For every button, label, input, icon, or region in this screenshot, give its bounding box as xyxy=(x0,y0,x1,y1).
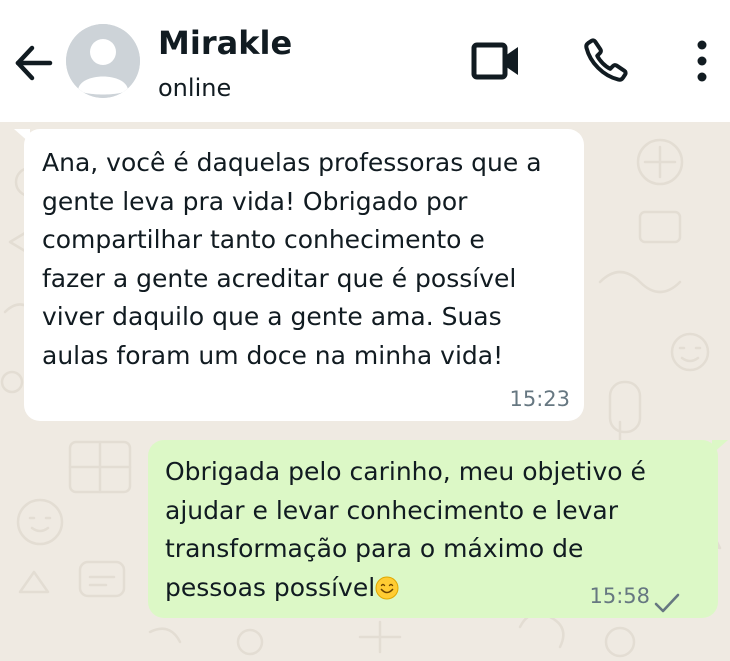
chat-area[interactable]: Ana, você é daquelas professoras que a g… xyxy=(0,122,730,661)
message-text-content: Obrigada pelo carinho, meu objetivo é aj… xyxy=(165,457,646,602)
avatar[interactable] xyxy=(66,24,140,98)
phone-icon xyxy=(584,38,628,82)
contact-status: online xyxy=(158,74,232,102)
back-button[interactable] xyxy=(10,40,56,86)
contact-name[interactable]: Mirakle xyxy=(158,24,292,62)
bubble-tail xyxy=(14,129,30,143)
more-options-button[interactable] xyxy=(688,38,716,86)
sent-check-icon xyxy=(654,593,680,613)
video-camera-icon xyxy=(471,42,518,80)
outgoing-message-bubble[interactable]: Obrigada pelo carinho, meu objetivo é aj… xyxy=(148,440,728,618)
arrow-left-icon xyxy=(15,45,53,81)
smiling-face-icon xyxy=(375,576,399,600)
more-vertical-icon xyxy=(697,40,707,82)
message-time: 15:58 xyxy=(589,584,650,609)
incoming-message-bubble[interactable]: Ana, você é daquelas professoras que a g… xyxy=(14,129,584,421)
voice-call-button[interactable] xyxy=(582,36,630,84)
message-text: Ana, você é daquelas professoras que a g… xyxy=(42,148,542,370)
chat-header: Mirakle online xyxy=(0,0,730,122)
message-time: 15:23 xyxy=(509,387,570,412)
video-call-button[interactable] xyxy=(470,38,522,84)
avatar-placeholder-icon xyxy=(66,24,140,98)
